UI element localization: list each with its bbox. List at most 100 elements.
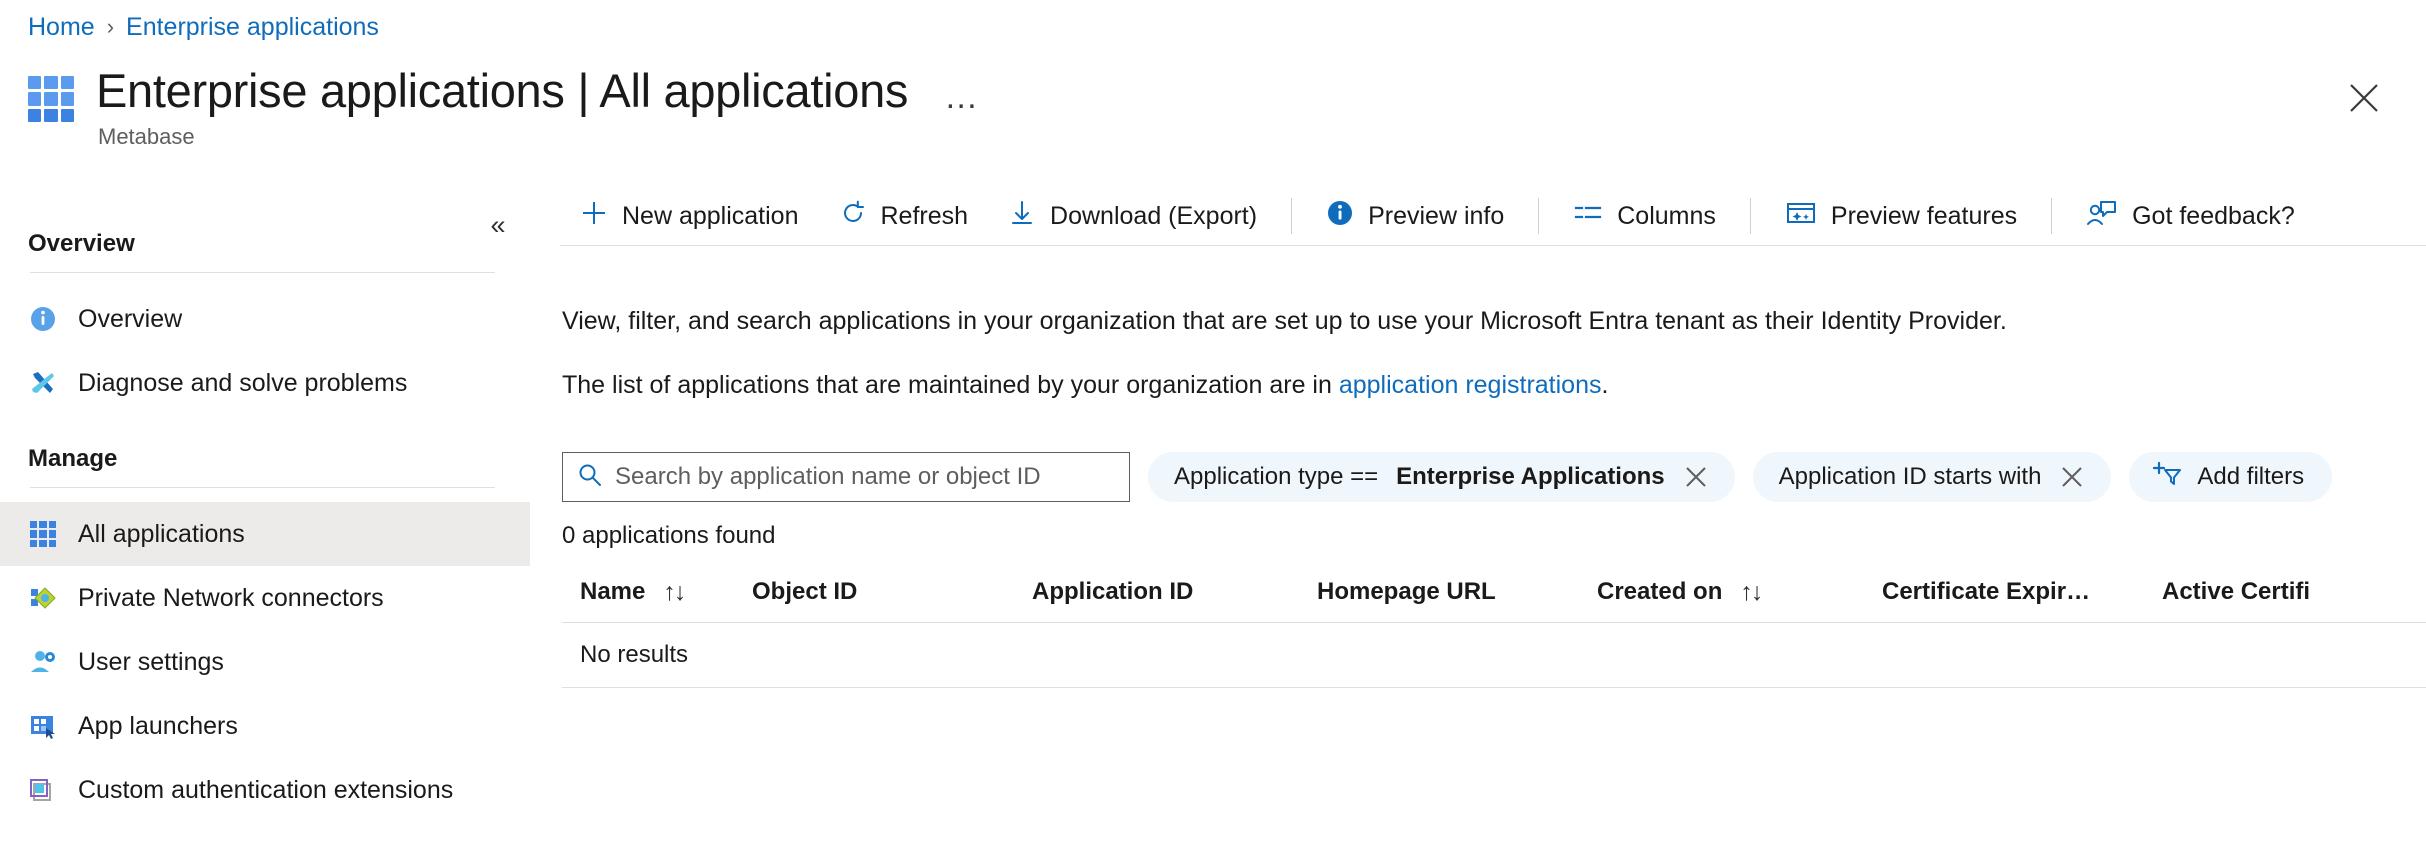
column-label: Application ID	[1032, 578, 1194, 605]
title-block: Enterprise applications | All applicatio…	[96, 62, 987, 150]
download-export-button[interactable]: Download (Export)	[988, 192, 1277, 240]
applications-table: Name ↑↓ Object ID Application ID Homepag…	[562, 562, 2426, 688]
breadcrumb-separator-icon: ›	[106, 14, 115, 39]
toolbar-divider	[2051, 198, 2053, 234]
got-feedback-label: Got feedback?	[2132, 201, 2295, 230]
sidebar-divider	[30, 272, 495, 273]
network-diamond-icon	[28, 583, 58, 613]
breadcrumb-current-link[interactable]: Enterprise applications	[126, 12, 379, 42]
empty-state-text: No results	[580, 641, 689, 668]
toolbar-divider	[1749, 198, 1751, 234]
sidebar-item-overview[interactable]: Overview	[0, 287, 530, 351]
filter-pill-application-id[interactable]: Application ID starts with	[1752, 452, 2112, 502]
add-filters-button[interactable]: Add filters	[2129, 452, 2333, 502]
add-filters-label: Add filters	[2197, 463, 2305, 490]
column-header-application-id[interactable]: Application ID	[1032, 578, 1317, 606]
application-registrations-link[interactable]: application registrations	[1339, 371, 1602, 399]
columns-button[interactable]: Columns	[1553, 192, 1736, 240]
column-header-object-id[interactable]: Object ID	[752, 578, 1032, 606]
sort-icon[interactable]: ↑↓	[1740, 578, 1763, 607]
page-subtitle: Metabase	[98, 124, 195, 149]
info-circle-icon	[28, 304, 58, 334]
more-options-icon[interactable]: …	[938, 80, 987, 114]
sidebar-item-label: Custom authentication extensions	[78, 775, 454, 804]
remove-filter-icon[interactable]	[2059, 464, 2085, 490]
sidebar-item-all-applications[interactable]: All applications	[0, 502, 530, 566]
download-export-label: Download (Export)	[1050, 201, 1258, 230]
feedback-person-icon	[2086, 199, 2118, 234]
sidebar-item-user-settings[interactable]: User settings	[0, 630, 530, 694]
column-header-name[interactable]: Name ↑↓	[562, 578, 752, 607]
breadcrumb: Home › Enterprise applications	[28, 12, 379, 42]
breadcrumb-home-link[interactable]: Home	[28, 12, 95, 42]
sidebar-item-private-network-connectors[interactable]: Private Network connectors	[0, 566, 530, 630]
preview-info-label: Preview info	[1368, 201, 1505, 230]
search-placeholder: Search by application name or object ID	[615, 463, 1041, 490]
preview-features-icon	[1785, 199, 1817, 234]
got-feedback-button[interactable]: Got feedback?	[2066, 192, 2315, 240]
toolbar-underline	[560, 245, 2426, 246]
sidebar-item-label: Overview	[78, 304, 183, 333]
user-gear-icon	[28, 647, 58, 677]
column-label: Active Certifi	[2162, 578, 2311, 605]
column-label: Certificate Expir…	[1882, 578, 2091, 605]
table-divider	[562, 687, 2426, 688]
toolbar-divider	[1291, 198, 1293, 234]
sidebar: « Overview Overview Diagnose and solve p…	[0, 211, 530, 822]
description-suffix: .	[1601, 371, 1609, 399]
plus-icon	[580, 199, 608, 234]
column-label: Created on	[1597, 578, 1723, 605]
preview-features-label: Preview features	[1830, 201, 2018, 230]
sidebar-item-label: All applications	[78, 519, 245, 548]
preview-info-button[interactable]: Preview info	[1306, 192, 1524, 240]
filter-pill-prefix: Application type ==	[1174, 463, 1379, 490]
column-label: Object ID	[752, 578, 858, 605]
remove-filter-icon[interactable]	[1683, 464, 1709, 490]
description-prefix: The list of applications that are mainta…	[562, 371, 1339, 399]
grid-apps-icon	[28, 519, 58, 549]
column-header-created-on[interactable]: Created on ↑↓	[1597, 578, 1882, 607]
columns-label: Columns	[1617, 201, 1716, 230]
columns-icon	[1573, 199, 1603, 234]
table-header-row: Name ↑↓ Object ID Application ID Homepag…	[562, 562, 2426, 622]
info-icon	[1326, 199, 1354, 234]
filter-pill-prefix: Application ID starts with	[1778, 463, 2042, 490]
column-header-active-certificate[interactable]: Active Certifi	[2162, 578, 2310, 606]
filter-pill-application-type[interactable]: Application type == Enterprise Applicati…	[1148, 452, 1735, 502]
sidebar-item-custom-authentication-extensions[interactable]: Custom authentication extensions	[0, 758, 530, 822]
sidebar-item-label: App launchers	[78, 711, 238, 740]
refresh-icon	[839, 199, 867, 234]
column-header-certificate-expiry[interactable]: Certificate Expir…	[1882, 578, 2162, 606]
enterprise-applications-blade: Home › Enterprise applications Enterpris…	[0, 0, 2426, 843]
preview-features-button[interactable]: Preview features	[1765, 192, 2037, 240]
app-launcher-icon	[28, 711, 58, 741]
filter-pill-value: Enterprise Applications	[1396, 463, 1665, 490]
toolbar-divider	[1538, 198, 1540, 234]
table-empty-row: No results	[562, 623, 2426, 687]
search-input[interactable]: Search by application name or object ID	[562, 452, 1130, 502]
sidebar-item-diagnose-and-solve-problems[interactable]: Diagnose and solve problems	[0, 351, 530, 415]
page-header: Enterprise applications | All applicatio…	[28, 62, 987, 150]
results-count: 0 applications found	[562, 522, 776, 549]
close-icon[interactable]	[2344, 78, 2384, 118]
sidebar-item-app-launchers[interactable]: App launchers	[0, 694, 530, 758]
sidebar-item-label: Diagnose and solve problems	[78, 368, 408, 397]
add-filter-icon	[2151, 460, 2183, 495]
new-application-label: New application	[622, 201, 799, 230]
refresh-button[interactable]: Refresh	[819, 192, 989, 240]
page-title: Enterprise applications | All applicatio…	[96, 64, 909, 117]
download-icon	[1008, 199, 1036, 234]
filter-bar: Search by application name or object ID …	[562, 452, 2426, 502]
sidebar-divider	[30, 487, 495, 488]
description-line-2: The list of applications that are mainta…	[562, 369, 1608, 401]
column-label: Name	[580, 578, 646, 605]
sidebar-item-label: User settings	[78, 647, 224, 676]
description-line-1: View, filter, and search applications in…	[562, 307, 2007, 335]
extension-square-icon	[28, 775, 58, 805]
sidebar-group-title-manage: Manage	[28, 445, 118, 472]
collapse-sidebar-icon[interactable]: «	[478, 205, 518, 245]
new-application-button[interactable]: New application	[560, 192, 819, 240]
sort-icon[interactable]: ↑↓	[663, 578, 686, 607]
column-header-homepage-url[interactable]: Homepage URL	[1317, 578, 1597, 606]
